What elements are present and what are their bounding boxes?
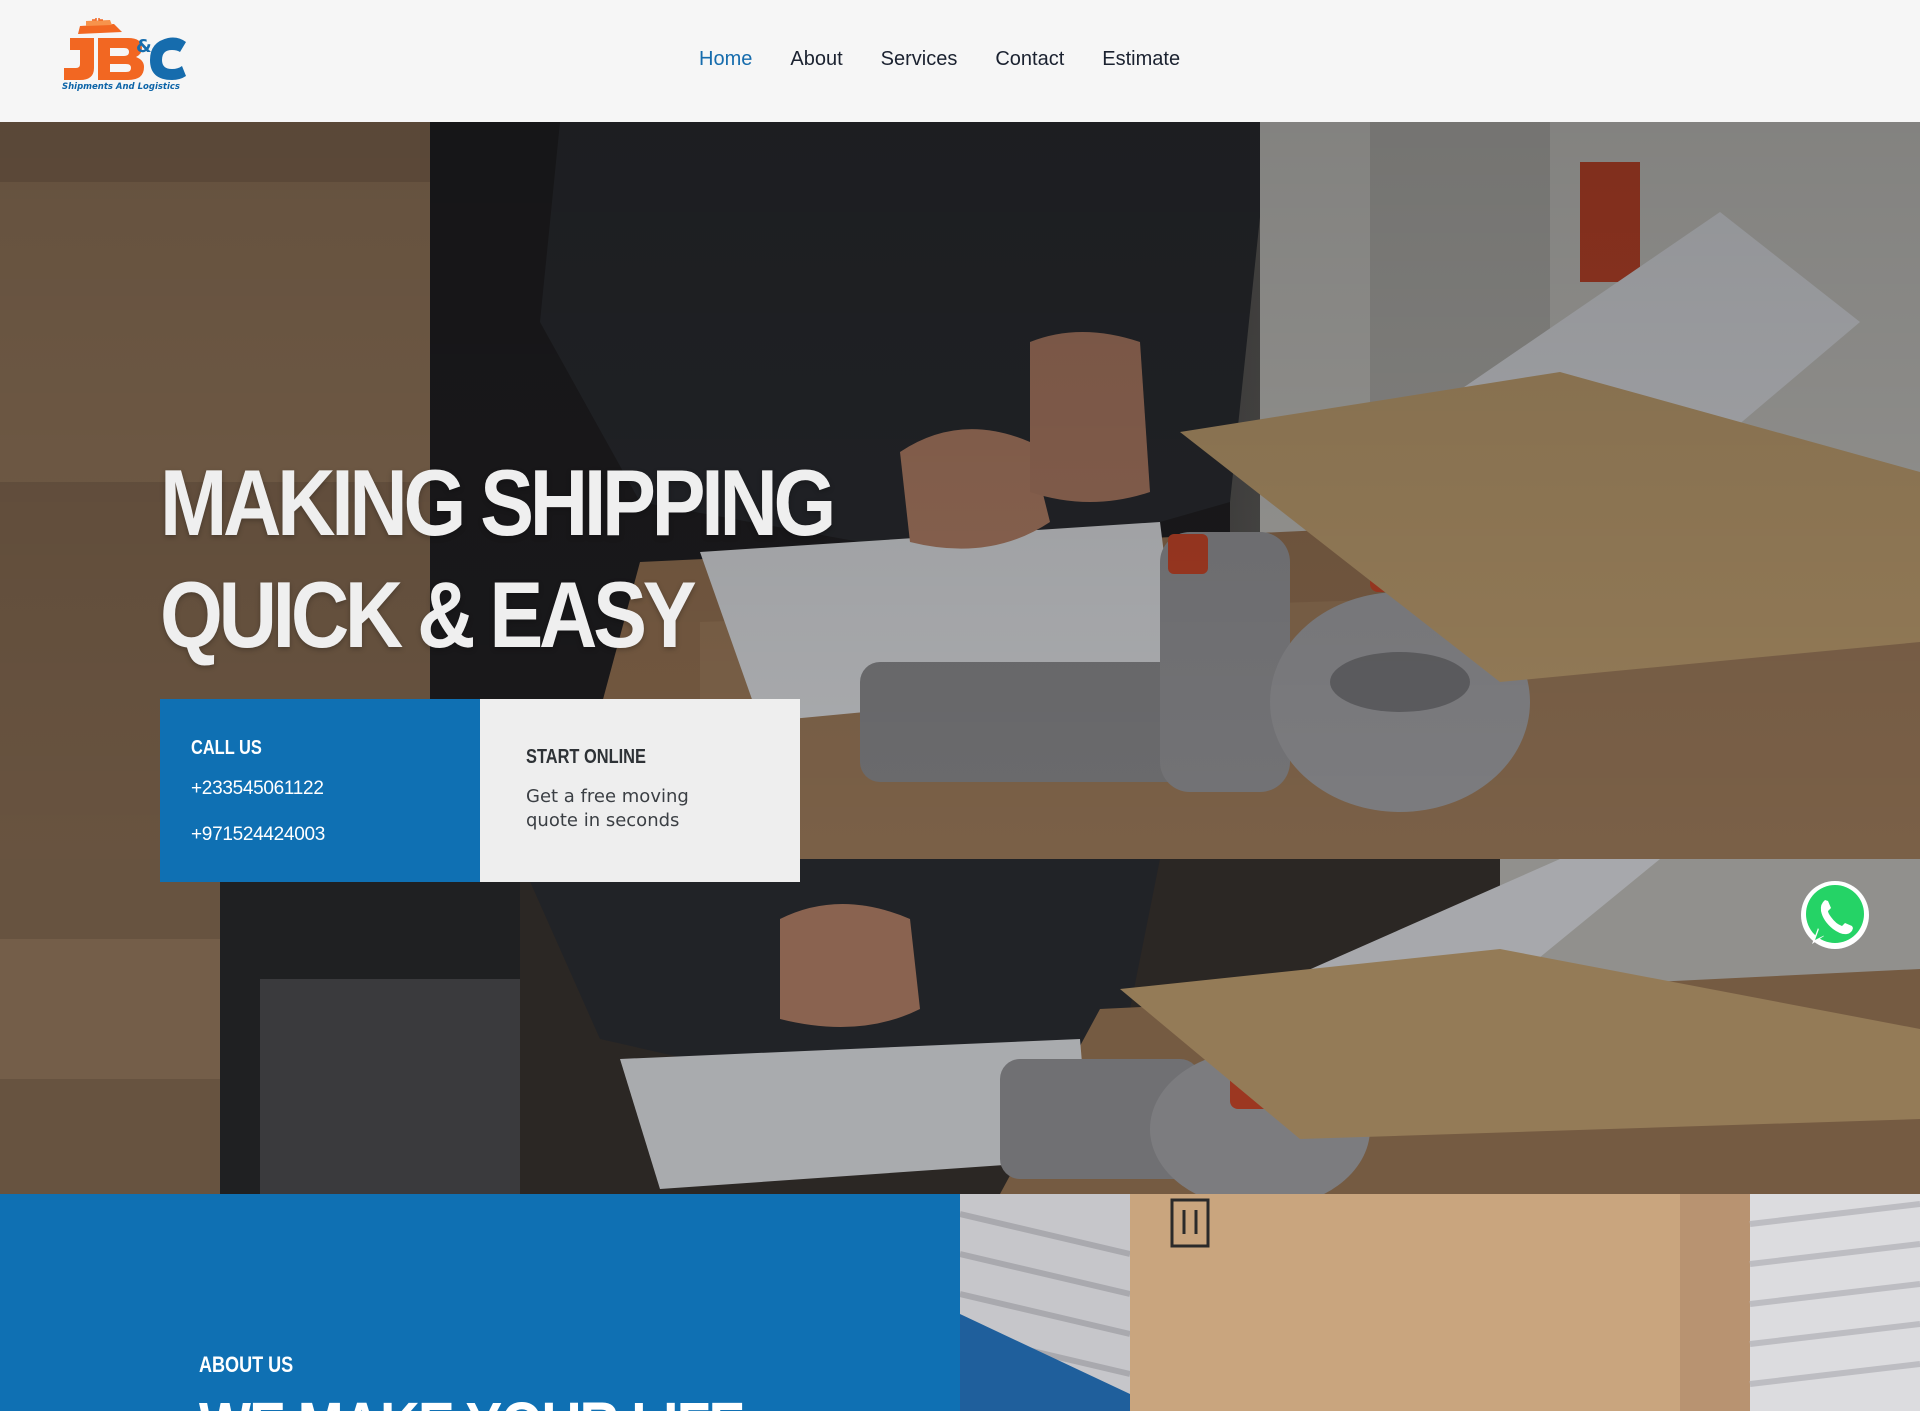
phone-link-uae[interactable]: +971524424003 [191,824,480,846]
nav-about[interactable]: About [771,42,861,77]
nav-services[interactable]: Services [862,42,977,77]
about-text-panel: ABOUT US WE MAKE YOUR LIFE [0,1194,960,1411]
logo-tagline: Shipments And Logistics [62,82,180,92]
nav-estimate[interactable]: Estimate [1083,42,1199,77]
start-online-panel[interactable]: START ONLINE Get a free moving quote in … [480,699,800,882]
about-image [960,1194,1920,1411]
call-us-panel: CALL US +233545061122 +971524424003 [160,699,480,882]
main-nav: Home About Services Contact Estimate [680,42,1199,77]
about-heading: WE MAKE YOUR LIFE [199,1390,745,1411]
hero-background-image-repeat [0,859,1920,1194]
svg-text:&: & [136,36,152,57]
phone-link-ghana[interactable]: +233545061122 [191,778,480,800]
start-online-text: Get a free moving quote in seconds [526,786,689,831]
start-online-title: START ONLINE [526,746,646,768]
about-label: ABOUT US [199,1352,294,1377]
nav-contact[interactable]: Contact [976,42,1083,77]
hero-title: MAKING SHIPPING QUICK & EASY [160,450,836,667]
site-header: & Shipments And Logistics Home About Ser… [0,0,1920,122]
about-section: ABOUT US WE MAKE YOUR LIFE [0,1194,1920,1411]
nav-home[interactable]: Home [680,42,771,77]
about-photo [960,1194,1920,1411]
hero-section: MAKING SHIPPING QUICK & EASY CALL US +23… [0,122,1920,1194]
hero-photo-repeat [0,859,1920,1194]
whatsapp-icon[interactable] [1798,878,1872,952]
brand-logo[interactable]: & Shipments And Logistics [56,18,190,100]
call-us-title: CALL US [191,737,262,759]
